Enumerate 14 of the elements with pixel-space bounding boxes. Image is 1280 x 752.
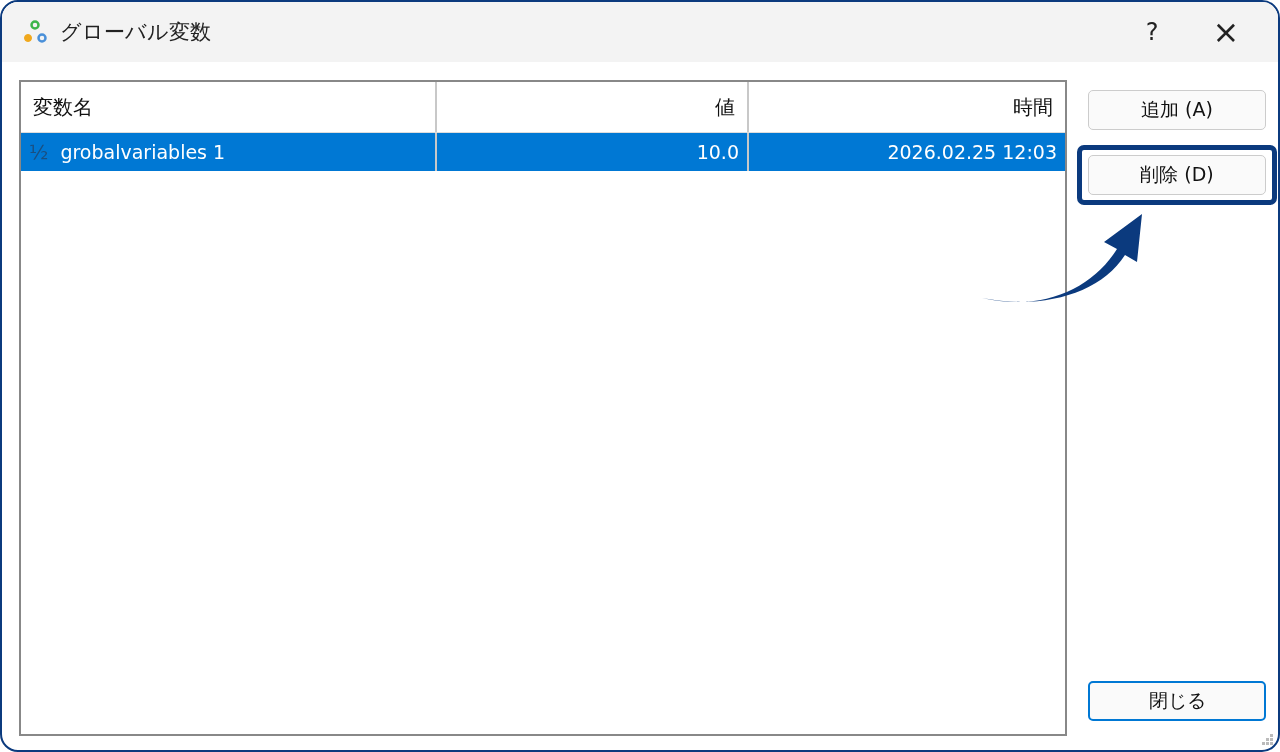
dialog-button[interactable]: 追加 (A): [1088, 90, 1266, 130]
column-header[interactable]: 時間: [749, 82, 1065, 132]
table-cell: 2026.02.25 12:03: [887, 141, 1057, 163]
close-dialog-button[interactable]: 閉じる: [1088, 681, 1266, 721]
table-cell: 10.0: [696, 141, 739, 163]
table-row[interactable]: ½ grobalvariables 1 10.0 2026.02.25 12:03: [21, 133, 1065, 171]
dialog-button[interactable]: 削除 (D): [1088, 155, 1266, 195]
close-button[interactable]: ×: [1196, 7, 1256, 57]
help-button[interactable]: ?: [1122, 7, 1182, 57]
resize-grip-icon: [1262, 734, 1274, 746]
fraction-icon: ½: [29, 140, 49, 164]
app-icon: [22, 19, 48, 45]
window-title: グローバル変数: [60, 19, 212, 46]
table-cell: grobalvariables 1: [60, 141, 226, 163]
